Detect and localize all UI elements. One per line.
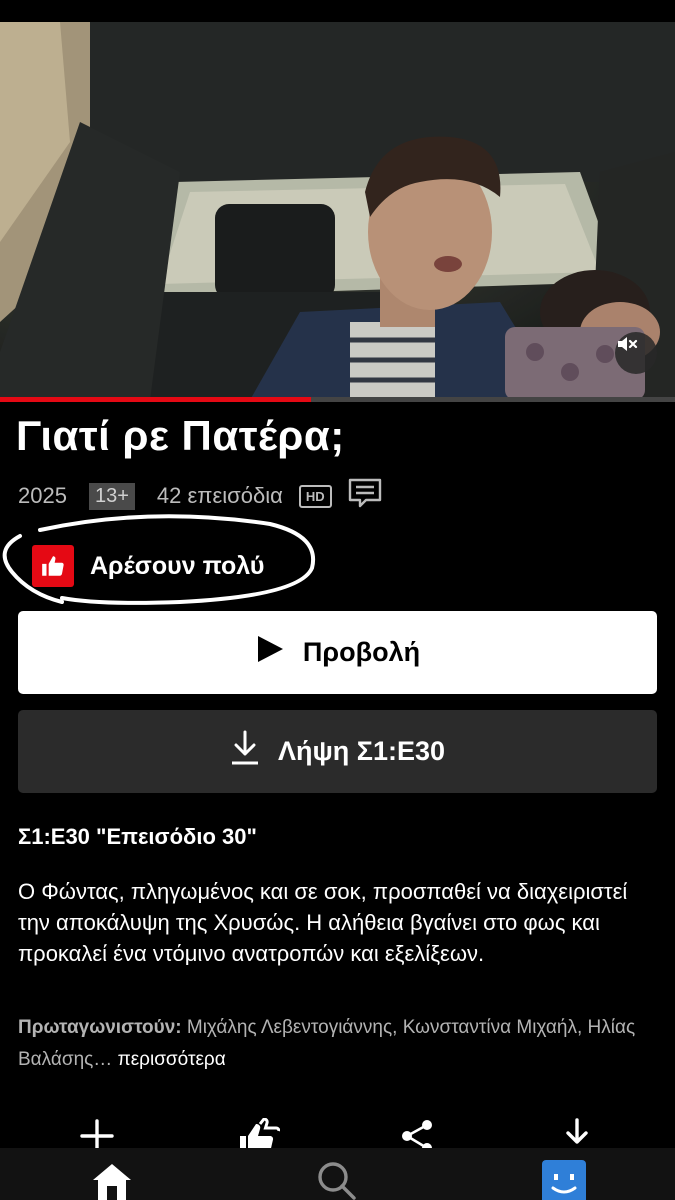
play-button-label: Προβολή (302, 637, 421, 667)
plus-icon (79, 1118, 115, 1152)
release-year: 2025 (18, 483, 67, 508)
download-action-button[interactable] (553, 1118, 601, 1152)
cast-label: Πρωταγωνιστούν: (18, 1017, 182, 1038)
rate-button[interactable] (233, 1117, 281, 1152)
play-icon (255, 634, 285, 671)
bottom-navigation (0, 1148, 675, 1200)
show-title: Γιατί ρε Πατέρα; (16, 412, 345, 459)
episode-synopsis: Ο Φώντας, πληγωμένος και σε σοκ, προσπαθ… (18, 879, 628, 966)
nav-profile[interactable] (540, 1160, 588, 1200)
cast-more-link[interactable]: περισσότερα (118, 1049, 226, 1070)
subtitles-icon (348, 478, 382, 514)
download-button-label: Λήψη Σ1:Ε30 (277, 736, 446, 766)
most-liked-text: Αρέσουν πολύ (90, 551, 265, 580)
episode-title: Σ1:Ε30 "Επεισόδιο 30" (18, 824, 257, 849)
action-row (0, 1112, 675, 1152)
hd-badge: HD (298, 484, 332, 508)
video-progress-bar[interactable] (0, 397, 675, 402)
play-button[interactable]: Προβολή (18, 611, 657, 694)
nav-search[interactable] (312, 1160, 360, 1200)
most-liked-label: Αρέσουν πολύ (32, 545, 264, 587)
episode-count: 42 επεισόδια (156, 483, 283, 508)
video-frame-illustration (0, 22, 675, 400)
thumbs-up-icon (32, 545, 74, 587)
download-icon (561, 1118, 593, 1152)
share-button[interactable] (393, 1118, 441, 1152)
video-progress-fill (0, 397, 311, 402)
search-icon (316, 1160, 356, 1200)
maturity-rating-badge: 13+ (88, 482, 135, 510)
video-preview[interactable] (0, 22, 675, 400)
mute-button[interactable] (615, 332, 657, 374)
profile-avatar-icon (542, 1160, 586, 1200)
status-bar (0, 0, 675, 22)
my-list-button[interactable] (73, 1118, 121, 1152)
cast-list: Πρωταγωνιστούν: Μιχάλης Λεβεντογιάννης, … (18, 1012, 658, 1076)
double-thumbs-up-icon (234, 1117, 281, 1152)
show-metadata: 2025 13+ 42 επεισόδια HD (18, 478, 382, 514)
download-icon (230, 730, 260, 773)
nav-home[interactable] (88, 1160, 136, 1200)
download-episode-button[interactable]: Λήψη Σ1:Ε30 (18, 710, 657, 793)
share-icon (399, 1118, 435, 1152)
home-icon (90, 1160, 134, 1200)
